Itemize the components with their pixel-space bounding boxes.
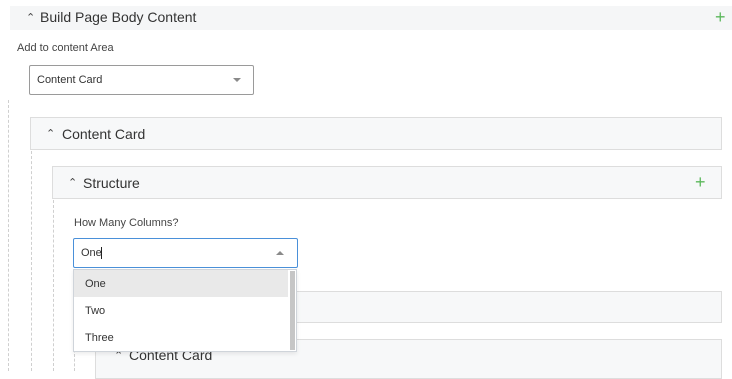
tree-guide-line <box>53 200 54 371</box>
collapse-caret-icon[interactable]: ⌃ <box>68 176 77 189</box>
build-page-body-header[interactable]: ⌃ Build Page Body Content + <box>10 6 732 30</box>
content-card-title: Content Card <box>62 126 146 142</box>
add-plus-icon[interactable]: + <box>715 8 726 26</box>
columns-select-value: One <box>81 247 102 259</box>
structure-panel-header[interactable]: ⌃ Structure + <box>52 166 722 199</box>
add-plus-icon[interactable]: + <box>695 173 706 191</box>
content-area-select-value: Content Card <box>37 74 103 86</box>
dropdown-option-three[interactable]: Three <box>74 324 288 351</box>
section-title: Build Page Body Content <box>40 9 197 25</box>
collapse-caret-icon[interactable]: ⌃ <box>46 127 55 140</box>
dropdown-arrow-icon <box>233 78 241 82</box>
how-many-columns-label: How Many Columns? <box>74 217 179 229</box>
add-to-content-area-label: Add to content Area <box>17 42 114 54</box>
option-label: Three <box>85 332 114 344</box>
dropdown-scrollbar[interactable] <box>290 271 295 350</box>
content-area-select[interactable]: Content Card <box>29 65 254 95</box>
content-card-panel-header[interactable]: ⌃ Content Card <box>30 117 722 150</box>
collapse-caret-icon[interactable]: ⌃ <box>26 11 35 24</box>
option-label: One <box>85 278 106 290</box>
dropdown-option-one[interactable]: One <box>74 270 288 297</box>
dropdown-open-arrow-icon <box>276 251 284 255</box>
structure-title: Structure <box>83 175 140 191</box>
text-cursor <box>101 247 102 259</box>
tree-guide-line <box>31 151 32 371</box>
option-label: Two <box>85 305 106 317</box>
columns-dropdown-list[interactable]: One Two Three <box>73 269 297 352</box>
tree-guide-line <box>8 100 9 371</box>
dropdown-option-two[interactable]: Two <box>74 297 288 324</box>
columns-select-input[interactable]: One <box>73 238 298 268</box>
